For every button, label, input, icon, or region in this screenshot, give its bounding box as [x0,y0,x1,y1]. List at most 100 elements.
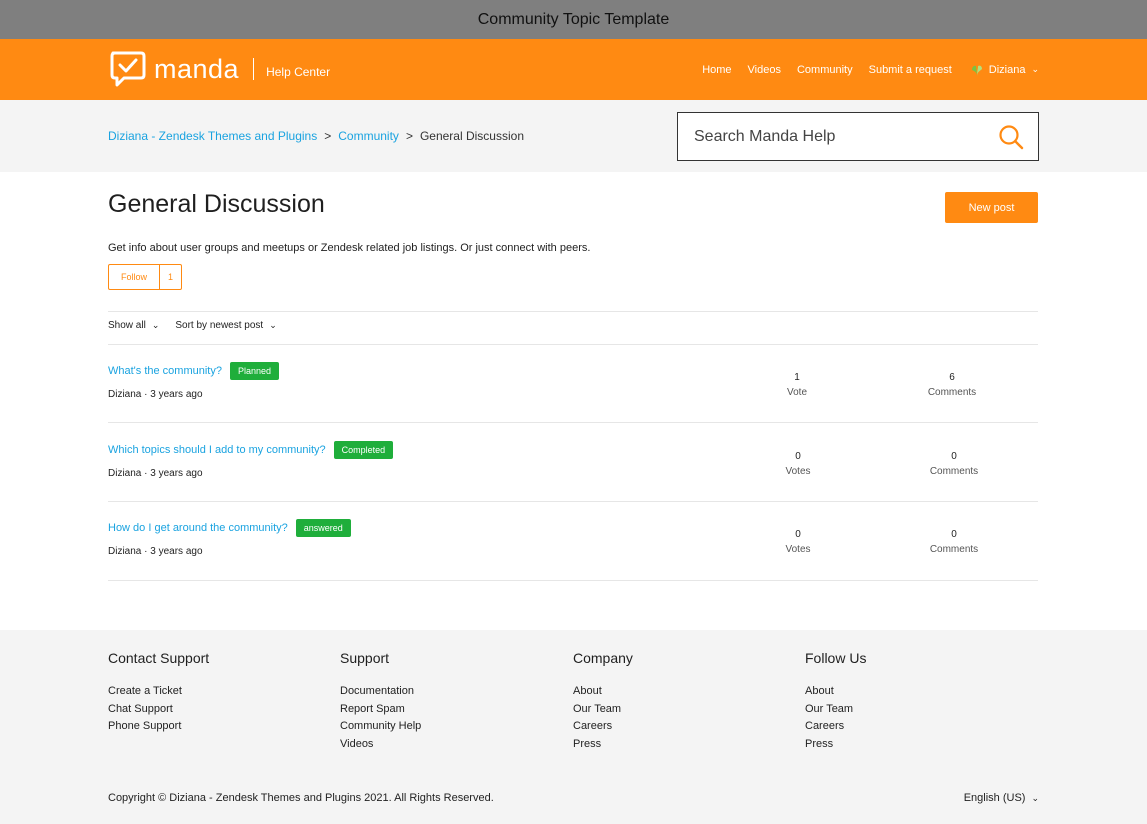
divider [108,311,1038,312]
show-filter-dropdown[interactable]: Show all ⌄ [108,320,159,331]
footer-link[interactable]: Careers [573,718,633,736]
footer-link[interactable]: About [573,683,633,701]
comment-label: Comments [927,387,977,398]
post-age: 3 years ago [150,546,203,557]
vote-number: 1 [794,372,800,383]
comment-count: 0 Comments [914,527,994,557]
vote-label: Votes [785,466,811,477]
post-author: Diziana [108,389,142,400]
nav-submit-request[interactable]: Submit a request [869,64,952,76]
post-author: Diziana [108,468,142,479]
post-row: Which topics should I add to my communit… [108,423,1038,502]
window-title: Community Topic Template [0,0,1147,39]
vote-number: 0 [795,451,801,462]
nav-videos[interactable]: Videos [748,64,781,76]
post-title-link[interactable]: Which topics should I add to my communit… [108,444,326,456]
post-row: How do I get around the community? answe… [108,501,1038,580]
main-nav: Home Videos Community Submit a request D… [686,39,1039,100]
footer-link[interactable]: Chat Support [108,701,209,719]
meta-dot: · [144,389,148,400]
vote-count: 1 Vote [757,370,837,400]
chevron-down-icon: ⌄ [269,320,277,330]
follow-button[interactable]: Follow 1 [108,264,183,290]
comment-label: Comments [929,544,979,555]
user-name: Diziana [988,63,1026,76]
search-box [677,112,1039,161]
post-meta: Diziana · 3 years ago [108,389,203,400]
comment-number: 6 [949,372,955,383]
post-age: 3 years ago [150,389,203,400]
footer-link[interactable]: About [805,683,866,701]
footer-heading: Follow Us [805,650,867,666]
footer-link[interactable]: Press [805,736,866,754]
post-age: 3 years ago [150,468,203,479]
logo[interactable]: manda Help Center [108,49,330,89]
site-header: manda Help Center Home Videos Community … [0,39,1147,100]
copyright-text: Copyright © Diziana - Zendesk Themes and… [108,792,494,804]
nav-home[interactable]: Home [702,64,731,76]
footer-column-company: Company About Our Team Careers Press [573,650,633,753]
language-label: English (US) [963,792,1026,804]
vote-label: Votes [785,544,811,555]
search-icon[interactable] [998,124,1024,150]
status-badge: answered [295,519,351,537]
vote-count: 0 Votes [758,527,838,557]
site-footer: Contact Support Create a Ticket Chat Sup… [0,630,1147,770]
new-post-button[interactable]: New post [945,192,1038,223]
post-title-link[interactable]: How do I get around the community? [108,522,288,534]
user-menu[interactable]: Diziana ⌄ [970,63,1039,77]
comment-count: 6 Comments [912,370,992,400]
nav-community[interactable]: Community [797,64,853,76]
search-input[interactable] [678,113,998,160]
logo-divider [253,58,255,80]
sort-dropdown[interactable]: Sort by newest post ⌄ [175,320,276,331]
vote-count: 0 Votes [758,449,838,479]
footer-link[interactable]: Videos [340,736,421,754]
chat-check-logo-icon [110,51,146,87]
breadcrumb-separator: > [405,129,413,143]
footer-heading: Contact Support [108,650,210,666]
follow-label: Follow [109,265,161,289]
footer-link[interactable]: Our Team [573,701,633,719]
footer-link[interactable]: Phone Support [108,718,209,736]
status-badge: Planned [229,362,280,380]
post-author: Diziana [108,546,142,557]
vote-label: Vote [786,387,808,398]
breadcrumb-bar: Diziana - Zendesk Themes and Plugins > C… [0,100,1147,172]
post-title-link[interactable]: What's the community? [108,365,222,377]
post-row: What's the community? Planned Diziana · … [108,344,1038,423]
comment-number: 0 [951,529,957,540]
post-filters: Show all ⌄ Sort by newest post ⌄ [108,320,293,331]
brand-name: manda [154,53,240,84]
breadcrumb-item-community[interactable]: Community [338,129,399,143]
footer-column-contact-support: Contact Support Create a Ticket Chat Sup… [108,650,209,736]
comment-label: Comments [929,466,979,477]
chevron-down-icon: ⌄ [151,320,160,330]
footer-link[interactable]: Create a Ticket [108,683,209,701]
footer-link[interactable]: Report Spam [340,701,421,719]
breadcrumb-item-home[interactable]: Diziana - Zendesk Themes and Plugins [108,129,317,143]
page-title: General Discussion [108,190,325,218]
footer-heading: Company [573,650,633,666]
status-badge: Completed [333,441,394,459]
footer-link[interactable]: Our Team [805,701,866,719]
vote-number: 0 [795,529,801,540]
show-filter-label: Show all [108,320,146,331]
topic-description: Get info about user groups and meetups o… [108,242,591,254]
footer-column-support: Support Documentation Report Spam Commun… [340,650,421,753]
divider [108,580,1038,581]
comment-number: 0 [951,451,957,462]
footer-link[interactable]: Documentation [340,683,421,701]
user-avatar-icon [971,65,982,76]
breadcrumb-separator: > [324,129,332,143]
follower-count: 1 [168,272,174,282]
sort-label: Sort by newest post [175,320,264,331]
comment-count: 0 Comments [914,449,994,479]
language-selector[interactable]: English (US) ⌄ [964,792,1039,804]
brand-subtitle: Help Center [266,65,331,79]
footer-link[interactable]: Community Help [340,718,421,736]
meta-dot: · [144,468,148,479]
footer-link[interactable]: Careers [805,718,866,736]
footer-link[interactable]: Press [573,736,633,754]
copyright-bar: Copyright © Diziana - Zendesk Themes and… [0,770,1147,824]
